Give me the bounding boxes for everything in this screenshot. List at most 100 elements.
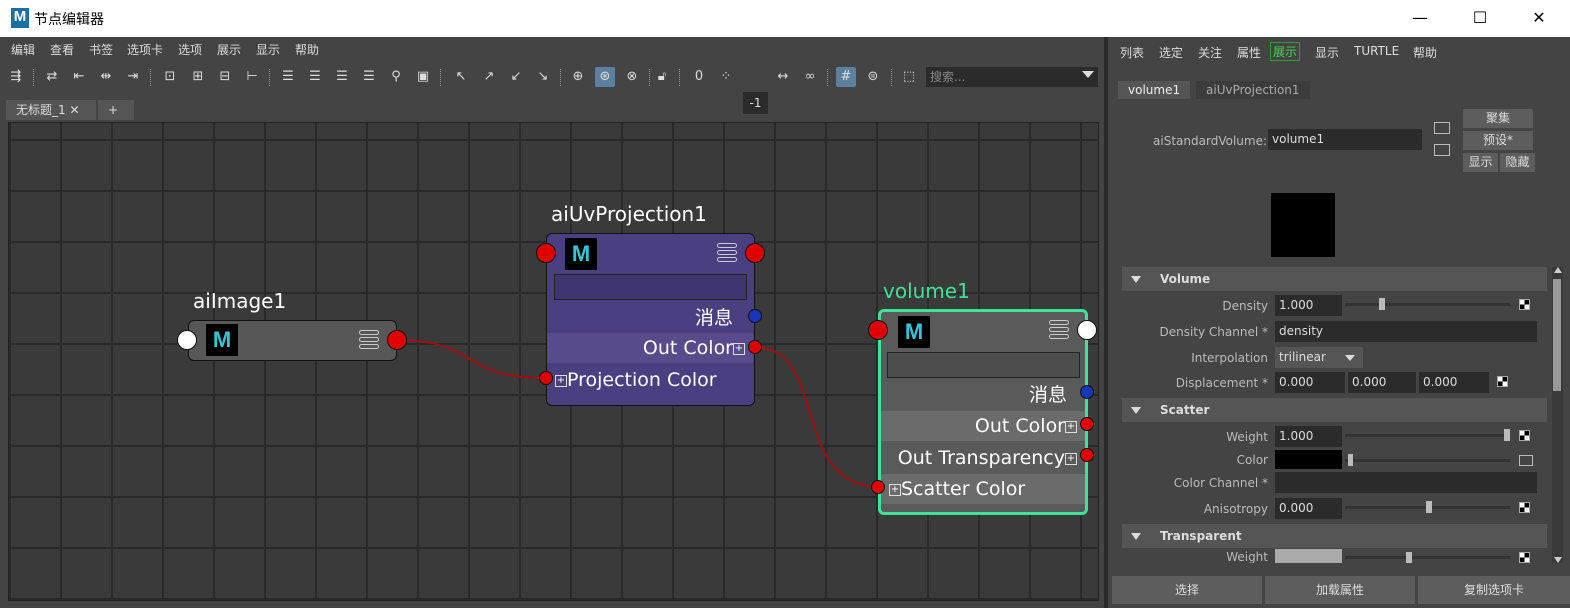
density-slider-handle[interactable] bbox=[1379, 298, 1385, 310]
node-filter-field[interactable] bbox=[887, 352, 1080, 378]
frame-selected-icon[interactable]: ⊞ bbox=[188, 67, 208, 87]
shading-network-icon[interactable]: ⊗ bbox=[622, 67, 642, 87]
projection-color-port[interactable] bbox=[539, 371, 553, 385]
ae-scrollbar[interactable] bbox=[1552, 267, 1563, 563]
select-button[interactable]: 选择 bbox=[1112, 576, 1262, 604]
output-port[interactable] bbox=[745, 243, 765, 263]
connected-mode-icon[interactable]: ☰ bbox=[305, 67, 325, 87]
expand-icon[interactable]: + bbox=[1065, 420, 1077, 433]
display-mode-icon[interactable] bbox=[1049, 320, 1069, 340]
focus-output-icon[interactable] bbox=[1434, 144, 1450, 156]
select-icon[interactable]: ↖ bbox=[451, 67, 471, 87]
out-color-row[interactable]: Out Color + bbox=[547, 333, 753, 363]
node-filter-field[interactable] bbox=[554, 274, 747, 300]
weight-field[interactable]: 1.000 bbox=[1275, 426, 1342, 447]
wire-image-to-projection[interactable] bbox=[396, 339, 547, 379]
ae-menu-selected[interactable]: 选定 bbox=[1159, 44, 1183, 61]
search-icon[interactable]: ⚲ bbox=[386, 67, 406, 87]
dotted-frame-icon[interactable]: ⬚ bbox=[899, 67, 919, 87]
out-transparency-port[interactable] bbox=[1080, 448, 1094, 462]
color-channel-field[interactable] bbox=[1275, 472, 1537, 493]
input-port[interactable] bbox=[177, 330, 197, 350]
collapse-arrow-icon[interactable] bbox=[1131, 276, 1141, 283]
density-slider[interactable] bbox=[1345, 303, 1510, 306]
projection-color-row[interactable]: +Projection Color bbox=[547, 365, 753, 395]
expand-icon[interactable]: + bbox=[1065, 452, 1077, 465]
copy-tab-button[interactable]: 复制选项卡 bbox=[1418, 576, 1570, 604]
graph-dependency-icon[interactable]: ⊛ bbox=[595, 67, 615, 87]
input-output-connections-icon[interactable]: ⇹ bbox=[96, 67, 116, 87]
transparent-weight-swatch[interactable] bbox=[1275, 549, 1342, 563]
collapse-arrow-icon[interactable] bbox=[1131, 533, 1141, 540]
color-slider-handle[interactable] bbox=[1348, 454, 1353, 466]
display-mode-icon[interactable] bbox=[359, 330, 379, 350]
add-tab-button[interactable]: + bbox=[98, 100, 134, 120]
ae-menu-help[interactable]: 帮助 bbox=[1413, 44, 1437, 61]
out-transparency-row[interactable]: Out Transparency + bbox=[881, 443, 1085, 473]
menu-tabs[interactable]: 选项卡 bbox=[127, 41, 163, 58]
minimize-button[interactable]: — bbox=[1408, 6, 1432, 30]
section-volume[interactable]: Volume bbox=[1122, 267, 1547, 291]
preset-button[interactable]: 预设* bbox=[1463, 131, 1533, 150]
anisotropy-field[interactable]: 0.000 bbox=[1275, 498, 1342, 519]
map-button-icon[interactable] bbox=[1519, 430, 1530, 441]
displacement-x-field[interactable]: 0.000 bbox=[1275, 372, 1345, 393]
out-color-port[interactable] bbox=[748, 340, 762, 354]
search-dropdown-icon[interactable] bbox=[1082, 71, 1094, 78]
custom-mode-icon[interactable]: ☰ bbox=[359, 67, 379, 87]
remove-from-graph-icon[interactable]: ⊟ bbox=[215, 67, 235, 87]
swatches-icon[interactable]: ▣ bbox=[413, 67, 433, 87]
clear-graph-icon[interactable]: ⊢ bbox=[242, 67, 262, 87]
load-attributes-button[interactable]: 加载属性 bbox=[1265, 576, 1415, 604]
node-name-field[interactable]: volume1 bbox=[1268, 129, 1422, 150]
ae-menu-attributes[interactable]: 属性 bbox=[1237, 44, 1261, 61]
expand-icon[interactable]: ↔ bbox=[773, 67, 793, 87]
ae-menu-show[interactable]: 展示 bbox=[1270, 42, 1301, 61]
graph-canvas[interactable]: aiImage1 M aiUvProjection1 M 消息 Out Colo… bbox=[8, 122, 1099, 601]
frame-all-icon[interactable]: ⊡ bbox=[160, 67, 180, 87]
search-input[interactable]: 搜索... bbox=[926, 67, 1098, 87]
snap-icon[interactable]: ⊜ bbox=[863, 67, 883, 87]
menu-options[interactable]: 选项 bbox=[178, 41, 202, 58]
menu-bookmarks[interactable]: 书签 bbox=[89, 41, 113, 58]
scroll-up-icon[interactable] bbox=[1554, 267, 1562, 273]
map-button-icon[interactable] bbox=[1497, 376, 1508, 387]
hide-button[interactable]: 隐藏 bbox=[1500, 153, 1535, 172]
wire-projection-to-scatter[interactable] bbox=[754, 346, 881, 488]
minus-one-field[interactable]: -1 bbox=[743, 92, 768, 114]
menu-view[interactable]: 查看 bbox=[50, 41, 74, 58]
input-connections-icon[interactable]: ⇤ bbox=[69, 67, 89, 87]
output-port[interactable] bbox=[387, 330, 407, 350]
ae-menu-list[interactable]: 列表 bbox=[1120, 44, 1144, 61]
map-button-icon[interactable] bbox=[1519, 552, 1530, 563]
collapse-arrow-icon[interactable] bbox=[1131, 407, 1141, 414]
node-aiimage[interactable]: M bbox=[188, 320, 397, 361]
weight-slider[interactable] bbox=[1345, 434, 1510, 437]
message-port[interactable] bbox=[1080, 385, 1094, 399]
menu-display[interactable]: 显示 bbox=[256, 41, 280, 58]
transparent-weight-handle[interactable] bbox=[1406, 552, 1412, 563]
expand-icon[interactable]: + bbox=[889, 483, 901, 496]
collapse-icon[interactable]: ∞ bbox=[800, 67, 820, 87]
expand-icon[interactable]: + bbox=[555, 374, 567, 387]
select-next-icon[interactable]: ↘ bbox=[533, 67, 553, 87]
add-node-icon[interactable]: ⊕ bbox=[568, 67, 588, 87]
message-port[interactable] bbox=[748, 309, 762, 323]
input-port[interactable] bbox=[868, 320, 888, 340]
weight-slider-handle[interactable] bbox=[1504, 429, 1510, 441]
density-field[interactable]: 1.000 bbox=[1275, 295, 1342, 316]
displacement-y-field[interactable]: 0.000 bbox=[1348, 372, 1416, 393]
out-color-port[interactable] bbox=[1080, 417, 1094, 431]
swap-icon[interactable]: ⇄ bbox=[42, 67, 62, 87]
displacement-z-field[interactable]: 0.000 bbox=[1419, 372, 1489, 393]
ae-menu-focus[interactable]: 关注 bbox=[1198, 44, 1222, 61]
focus-input-icon[interactable] bbox=[1434, 122, 1450, 134]
display-mode-icon[interactable] bbox=[717, 243, 737, 263]
input-port[interactable] bbox=[536, 243, 556, 263]
output-connections-icon[interactable]: ⇥ bbox=[123, 67, 143, 87]
ae-tab-aiuvprojection[interactable]: aiUvProjection1 bbox=[1196, 81, 1310, 99]
scatter-color-port[interactable] bbox=[871, 480, 885, 494]
show-button[interactable]: 显示 bbox=[1463, 153, 1498, 172]
scatter-color-row[interactable]: +Scatter Color bbox=[881, 474, 1085, 504]
scroll-thumb[interactable] bbox=[1553, 279, 1561, 391]
